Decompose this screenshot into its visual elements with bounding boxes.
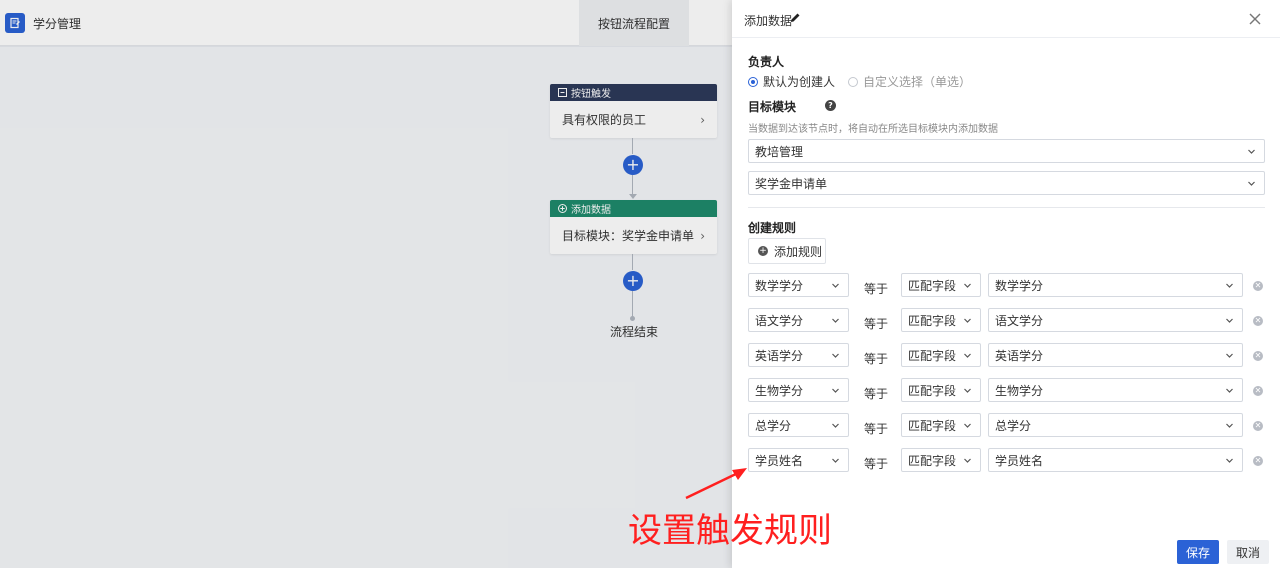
chevron-down-icon [1248, 181, 1255, 186]
target-form-value: 奖学金申请单 [755, 176, 828, 191]
target-module-label: 目标模块 [748, 100, 797, 114]
rule-field-select[interactable]: 英语学分 [748, 343, 849, 367]
chevron-down-icon [964, 283, 971, 288]
rule-mode-value: 匹配字段 [908, 278, 957, 293]
rule-field-value: 总学分 [755, 418, 792, 433]
modal-overlay[interactable] [0, 0, 732, 568]
chevron-down-icon [1226, 318, 1233, 323]
rule-value-select[interactable]: 英语学分 [988, 343, 1243, 367]
rule-value-value: 总学分 [995, 418, 1032, 433]
rule-mode-select[interactable]: 匹配字段 [901, 343, 981, 367]
rule-field-value: 数学学分 [755, 278, 804, 293]
owner-option-default: 默认为创建人 [763, 75, 836, 89]
rule-field-value: 英语学分 [755, 348, 804, 363]
cancel-button[interactable]: 取消 [1227, 540, 1269, 564]
owner-radio-default[interactable]: 默认为创建人 [748, 73, 835, 90]
drawer-title: 添加数据 [744, 14, 793, 28]
rule-value-value: 英语学分 [995, 348, 1044, 363]
chevron-down-icon [964, 353, 971, 358]
remove-rule-icon[interactable]: ✕ [1253, 316, 1263, 326]
owner-radio-custom[interactable]: 自定义选择（单选） [848, 73, 971, 90]
target-module-hint: 当数据到达该节点时，将自动在所选目标模块内添加数据 [748, 124, 998, 135]
help-icon[interactable]: ? [825, 100, 836, 111]
remove-rule-icon[interactable]: ✕ [1253, 281, 1263, 291]
rule-equals-label: 等于 [864, 387, 889, 401]
close-icon[interactable] [1246, 10, 1264, 28]
add-rule-label: 添加规则 [774, 244, 823, 259]
rule-mode-value: 匹配字段 [908, 313, 957, 328]
rule-field-value: 语文学分 [755, 313, 804, 328]
rule-field-value: 学员姓名 [755, 453, 804, 468]
rule-value-select[interactable]: 语文学分 [988, 308, 1243, 332]
rule-mode-value: 匹配字段 [908, 348, 957, 363]
chevron-down-icon [964, 458, 971, 463]
rule-value-select[interactable]: 生物学分 [988, 378, 1243, 402]
chevron-down-icon [832, 353, 839, 358]
rule-mode-select[interactable]: 匹配字段 [901, 378, 981, 402]
rule-mode-value: 匹配字段 [908, 418, 957, 433]
rule-mode-value: 匹配字段 [908, 383, 957, 398]
rule-equals-label: 等于 [864, 422, 889, 436]
owner-label: 负责人 [748, 55, 785, 69]
rule-field-select[interactable]: 数学学分 [748, 273, 849, 297]
chevron-down-icon [832, 423, 839, 428]
chevron-down-icon [964, 318, 971, 323]
remove-rule-icon[interactable]: ✕ [1253, 456, 1263, 466]
rule-field-select[interactable]: 总学分 [748, 413, 849, 437]
chevron-down-icon [832, 458, 839, 463]
owner-option-custom: 自定义选择（单选） [863, 75, 972, 89]
remove-rule-icon[interactable]: ✕ [1253, 386, 1263, 396]
chevron-down-icon [1248, 149, 1255, 154]
target-module-value: 教培管理 [755, 144, 804, 159]
rule-field-select[interactable]: 语文学分 [748, 308, 849, 332]
edit-icon[interactable] [790, 12, 801, 23]
radio-checked-icon [748, 76, 758, 87]
annotation-text: 设置触发规则 [628, 511, 832, 551]
chevron-down-icon [832, 318, 839, 323]
plus-circle-icon: + [758, 245, 768, 256]
rule-value-select[interactable]: 学员姓名 [988, 448, 1243, 472]
drawer-header: 添加数据 [732, 0, 1280, 38]
chevron-down-icon [964, 388, 971, 393]
save-button[interactable]: 保存 [1177, 540, 1219, 564]
target-form-select[interactable]: 奖学金申请单 [748, 171, 1265, 195]
chevron-down-icon [832, 388, 839, 393]
rule-mode-select[interactable]: 匹配字段 [901, 413, 981, 437]
rule-value-select[interactable]: 总学分 [988, 413, 1243, 437]
target-module-select[interactable]: 教培管理 [748, 139, 1265, 163]
rule-field-select[interactable]: 生物学分 [748, 378, 849, 402]
rule-value-value: 生物学分 [995, 383, 1044, 398]
radio-unchecked-icon [848, 76, 858, 87]
chevron-down-icon [964, 423, 971, 428]
rule-value-value: 数学学分 [995, 278, 1044, 293]
rule-mode-select[interactable]: 匹配字段 [901, 308, 981, 332]
rule-equals-label: 等于 [864, 457, 889, 471]
chevron-down-icon [832, 283, 839, 288]
add-data-drawer: 添加数据 负责人 默认为创建人 自定义选择（单选） 目标模块 ? 当数据到达该节… [732, 0, 1280, 568]
rule-value-value: 语文学分 [995, 313, 1044, 328]
rule-mode-select[interactable]: 匹配字段 [901, 448, 981, 472]
section-divider [748, 207, 1265, 208]
remove-rule-icon[interactable]: ✕ [1253, 421, 1263, 431]
chevron-down-icon [1226, 353, 1233, 358]
chevron-down-icon [1226, 388, 1233, 393]
chevron-down-icon [1226, 458, 1233, 463]
chevron-down-icon [1226, 423, 1233, 428]
annotation-arrow-icon [685, 468, 747, 500]
rule-equals-label: 等于 [864, 282, 889, 296]
rule-equals-label: 等于 [864, 317, 889, 331]
rule-field-value: 生物学分 [755, 383, 804, 398]
chevron-down-icon [1226, 283, 1233, 288]
remove-rule-icon[interactable]: ✕ [1253, 351, 1263, 361]
rule-mode-select[interactable]: 匹配字段 [901, 273, 981, 297]
create-rules-label: 创建规则 [748, 221, 797, 235]
rule-equals-label: 等于 [864, 352, 889, 366]
rule-value-value: 学员姓名 [995, 453, 1044, 468]
add-rule-button[interactable]: + 添加规则 [748, 238, 826, 264]
rule-value-select[interactable]: 数学学分 [988, 273, 1243, 297]
rule-mode-value: 匹配字段 [908, 453, 957, 468]
rule-field-select[interactable]: 学员姓名 [748, 448, 849, 472]
